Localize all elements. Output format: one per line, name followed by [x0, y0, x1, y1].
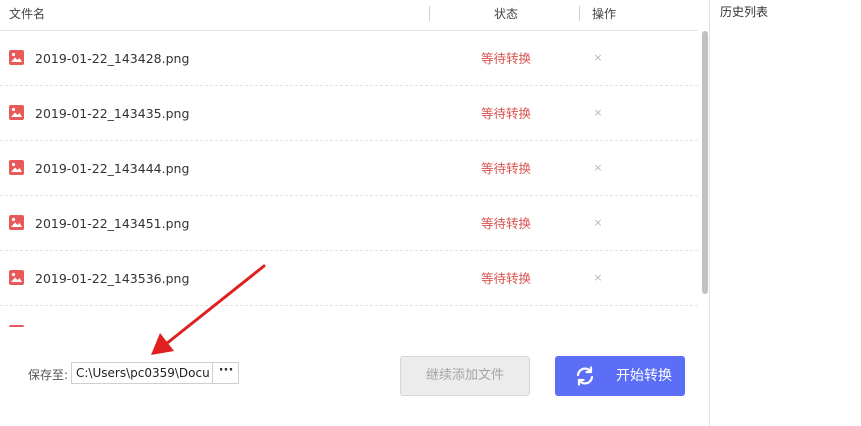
- file-name: 2019-01-22_143451.png: [35, 216, 190, 231]
- file-row[interactable]: 2019-01-22_143428.png 等待转换 ×: [0, 31, 698, 86]
- header-action: 操作: [592, 7, 617, 21]
- file-status: 等待转换: [480, 161, 531, 176]
- image-file-icon: [9, 160, 24, 175]
- header-status: 状态: [493, 7, 518, 21]
- browse-button[interactable]: ···: [212, 363, 239, 383]
- add-files-button[interactable]: 继续添加文件: [400, 356, 530, 396]
- file-row-partial[interactable]: [0, 306, 698, 327]
- history-title: 历史列表: [720, 5, 769, 19]
- file-name: 2019-01-22_143428.png: [35, 51, 190, 66]
- file-list: 2019-01-22_143428.png 等待转换 × 2019-01-22_…: [0, 31, 698, 327]
- close-icon[interactable]: ×: [590, 86, 606, 141]
- save-to-label: 保存至:: [28, 368, 69, 382]
- refresh-icon: [574, 365, 596, 387]
- file-row[interactable]: 2019-01-22_143536.png 等待转换 ×: [0, 251, 698, 306]
- scrollbar-thumb[interactable]: [702, 31, 708, 294]
- image-file-icon: [9, 105, 24, 120]
- image-file-icon: [9, 50, 24, 65]
- file-row[interactable]: 2019-01-22_143444.png 等待转换 ×: [0, 141, 698, 196]
- start-conversion-label: 开始转换: [616, 368, 672, 384]
- file-status: 等待转换: [480, 271, 531, 286]
- file-status: 等待转换: [480, 106, 531, 121]
- file-name: 2019-01-22_143536.png: [35, 271, 190, 286]
- start-conversion-button[interactable]: 开始转换: [555, 356, 685, 396]
- file-status: 等待转换: [480, 51, 531, 66]
- close-icon[interactable]: ×: [590, 196, 606, 251]
- close-icon[interactable]: ×: [590, 251, 606, 306]
- output-path-field[interactable]: C:\Users\pc0359\Docu ···: [71, 362, 239, 384]
- file-name: 2019-01-22_143444.png: [35, 161, 190, 176]
- file-name: 2019-01-22_143435.png: [35, 106, 190, 121]
- conversion-panel: 文件名 状态 操作 2019-01-22_143428.png 等待转换 × 2…: [0, 0, 710, 426]
- image-file-icon: [9, 215, 24, 230]
- output-path-input[interactable]: C:\Users\pc0359\Docu: [76, 363, 210, 383]
- header-separator[interactable]: [579, 6, 580, 21]
- close-icon[interactable]: ×: [590, 31, 606, 86]
- close-icon[interactable]: ×: [590, 141, 606, 196]
- file-row[interactable]: 2019-01-22_143435.png 等待转换 ×: [0, 86, 698, 141]
- file-status: 等待转换: [480, 216, 531, 231]
- header-separator[interactable]: [429, 6, 430, 21]
- history-panel: 历史列表: [710, 0, 861, 426]
- image-file-icon: [9, 325, 24, 327]
- image-file-icon: [9, 270, 24, 285]
- file-table-header: 文件名 状态 操作: [0, 0, 698, 31]
- file-row[interactable]: 2019-01-22_143451.png 等待转换 ×: [0, 196, 698, 251]
- header-filename: 文件名: [9, 7, 46, 21]
